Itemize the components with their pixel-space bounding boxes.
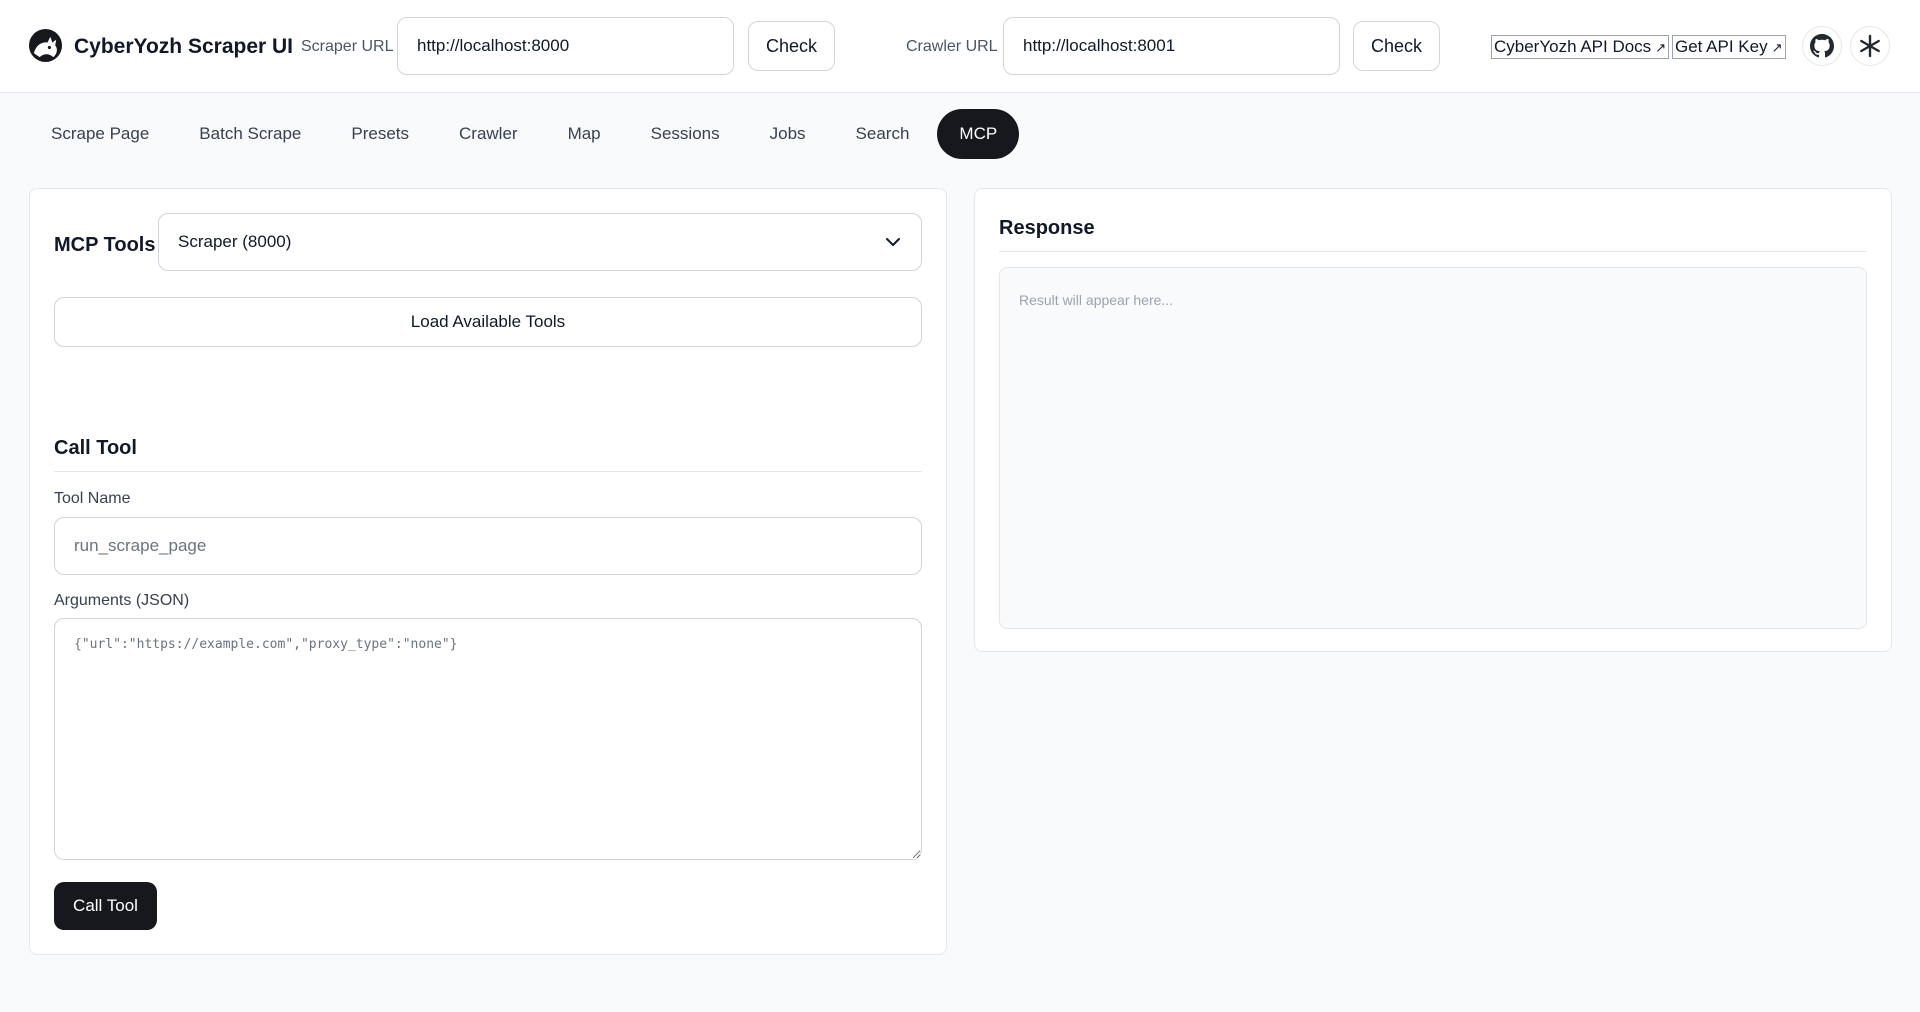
tab-presets[interactable]: Presets	[329, 109, 431, 159]
tab-sessions[interactable]: Sessions	[629, 109, 742, 159]
arguments-label: Arguments (JSON)	[54, 592, 190, 609]
main-tabs: Scrape Page Batch Scrape Presets Crawler…	[29, 109, 1020, 159]
tab-batch-scrape[interactable]: Batch Scrape	[177, 109, 323, 159]
response-divider	[999, 251, 1867, 252]
mcp-tools-panel: MCP Tools Scraper (8000) Load Available …	[29, 188, 947, 955]
scraper-url-label: Scraper URL	[301, 38, 394, 55]
external-link-icon: ↗	[1655, 40, 1667, 55]
crawler-url-label: Crawler URL	[906, 38, 998, 55]
api-docs-link[interactable]: CyberYozh API Docs ↗	[1491, 35, 1670, 59]
tool-name-label: Tool Name	[54, 490, 131, 507]
section-divider	[54, 471, 922, 472]
asterisk-icon	[1860, 34, 1880, 58]
call-tool-button[interactable]: Call Tool	[54, 882, 157, 930]
app-title: CyberYozh Scraper UI	[74, 35, 294, 58]
tab-scrape-page[interactable]: Scrape Page	[29, 109, 171, 159]
call-tool-title: Call Tool	[54, 437, 137, 459]
check-scraper-button[interactable]: Check	[748, 21, 835, 71]
tab-crawler[interactable]: Crawler	[437, 109, 540, 159]
api-key-label: Get API Key	[1675, 37, 1768, 56]
chevron-down-icon	[886, 238, 900, 246]
arguments-textarea[interactable]	[54, 618, 922, 860]
server-select-value: Scraper (8000)	[178, 232, 292, 251]
response-output: Result will appear here...	[999, 267, 1867, 629]
tab-search[interactable]: Search	[834, 109, 932, 159]
load-tools-button[interactable]: Load Available Tools	[54, 297, 922, 347]
github-icon	[1810, 34, 1834, 58]
external-link-icon: ↗	[1771, 40, 1783, 55]
tab-map[interactable]: Map	[546, 109, 623, 159]
response-title: Response	[999, 217, 1095, 239]
settings-button[interactable]	[1850, 26, 1890, 66]
server-select[interactable]: Scraper (8000)	[158, 213, 922, 271]
crawler-url-input[interactable]	[1003, 17, 1340, 75]
tool-name-input[interactable]	[54, 517, 922, 575]
check-crawler-button[interactable]: Check	[1353, 21, 1440, 71]
tab-jobs[interactable]: Jobs	[748, 109, 828, 159]
scraper-url-input[interactable]	[397, 17, 734, 75]
tab-mcp[interactable]: MCP	[937, 109, 1020, 159]
github-button[interactable]	[1802, 26, 1842, 66]
logo-icon	[28, 28, 63, 63]
api-docs-label: CyberYozh API Docs	[1494, 37, 1652, 56]
response-panel: Response Result will appear here...	[974, 188, 1892, 652]
api-key-link[interactable]: Get API Key ↗	[1672, 35, 1786, 59]
top-bar: CyberYozh Scraper UI Scraper URL Check C…	[0, 0, 1920, 93]
mcp-tools-title: MCP Tools	[54, 234, 156, 256]
